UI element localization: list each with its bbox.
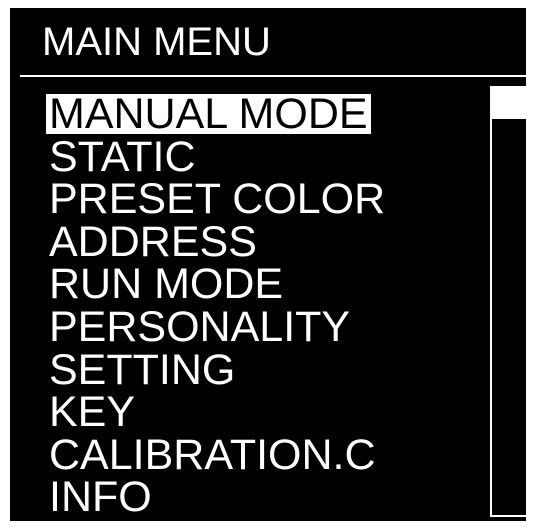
main-menu-list: MANUAL MODE STATIC PRESET COLOR ADDRESS …	[46, 93, 388, 519]
display-screen: MAIN MENU MANUAL MODE STATIC PRESET COLO…	[10, 8, 526, 521]
menu-item-label: STATIC	[49, 132, 196, 181]
menu-item-static[interactable]: STATIC	[46, 132, 388, 181]
menu-scrollbar[interactable]	[490, 86, 526, 517]
menu-item-label: KEY	[49, 388, 136, 437]
menu-item-manual-mode[interactable]: MANUAL MODE	[46, 93, 388, 136]
title-divider	[20, 75, 526, 77]
menu-item-label: CALIBRATION.C	[49, 430, 376, 479]
menu-item-key[interactable]: KEY	[46, 391, 388, 434]
menu-item-label: SETTING	[49, 345, 236, 394]
menu-item-label: PERSONALITY	[49, 302, 351, 351]
menu-item-setting[interactable]: SETTING	[46, 345, 388, 394]
scrollbar-thumb[interactable]	[492, 86, 526, 119]
menu-item-address[interactable]: ADDRESS	[46, 217, 388, 266]
menu-item-personality[interactable]: PERSONALITY	[46, 302, 388, 351]
menu-item-calibration[interactable]: CALIBRATION.C	[46, 430, 388, 479]
menu-item-label: INFO	[49, 473, 152, 521]
page-title: MAIN MENU	[42, 20, 271, 64]
menu-item-preset-color[interactable]: PRESET COLOR	[46, 178, 388, 221]
menu-item-label: PRESET COLOR	[49, 175, 386, 224]
menu-item-label: RUN MODE	[49, 260, 284, 309]
menu-item-label: ADDRESS	[49, 217, 257, 266]
menu-item-label: MANUAL MODE	[46, 93, 371, 136]
menu-item-run-mode[interactable]: RUN MODE	[46, 263, 388, 306]
menu-item-info[interactable]: INFO	[46, 476, 388, 519]
